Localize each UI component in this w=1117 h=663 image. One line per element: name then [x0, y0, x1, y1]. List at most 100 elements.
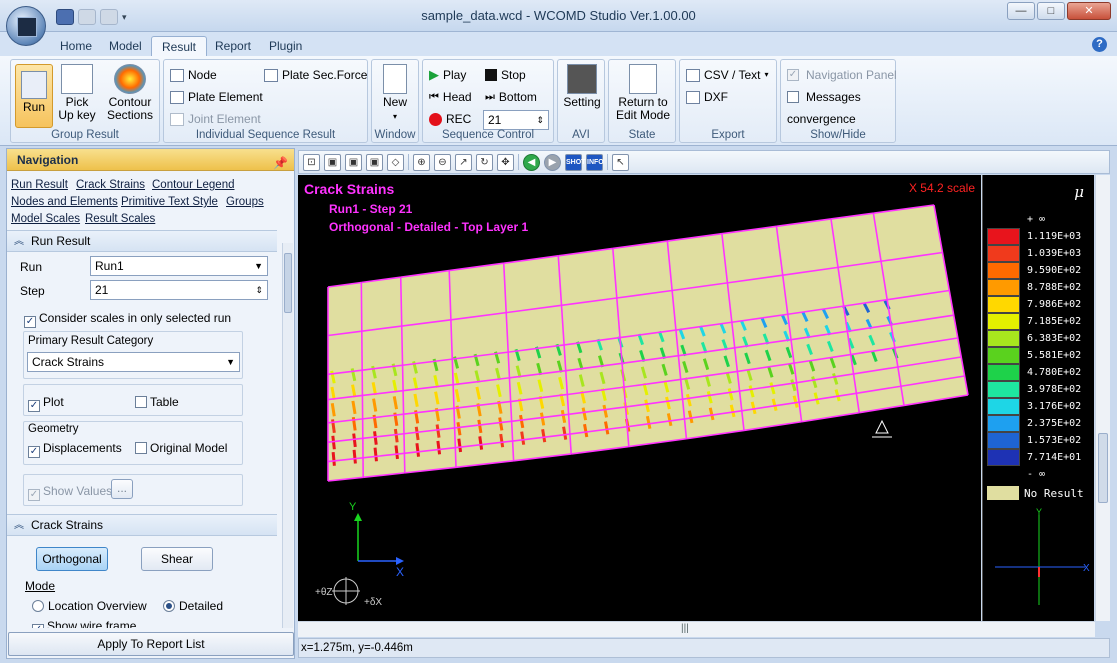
navigation-scrollbar[interactable] — [282, 243, 293, 628]
zoom-window-icon[interactable]: ⊕ — [413, 153, 430, 171]
ribbon: Run Pick Up key Contour Sections Group R… — [0, 56, 1117, 146]
tab-home[interactable]: Home — [50, 36, 102, 56]
location-overview-radio[interactable]: Location Overview — [32, 599, 147, 613]
crack-mark — [436, 440, 442, 455]
maximize-button[interactable]: □ — [1037, 2, 1065, 20]
spinner-icon[interactable]: ⇕ — [255, 281, 263, 299]
return-edit-mode-button[interactable]: Return to Edit Mode — [612, 64, 674, 122]
step-input[interactable]: 21 ⇕ — [90, 280, 268, 300]
link-run-result[interactable]: Run Result — [11, 179, 68, 191]
node-button[interactable]: Node — [170, 66, 217, 84]
link-nodes-elements[interactable]: Nodes and Elements — [11, 196, 118, 208]
rotate-icon[interactable]: ↻ — [476, 153, 493, 171]
apply-to-report-list-button[interactable]: Apply To Report List — [8, 632, 294, 656]
run-select[interactable]: Run1 ▼ — [90, 256, 268, 276]
orthogonal-button[interactable]: Orthogonal — [36, 547, 108, 571]
step-spinner[interactable]: 21 ⇕ — [483, 110, 549, 130]
location-overview-radio-icon — [32, 600, 44, 612]
axis-triad-icon — [332, 513, 404, 605]
mesh-canvas[interactable] — [298, 175, 981, 621]
link-groups[interactable]: Groups — [226, 196, 264, 208]
application-menu-button[interactable] — [6, 6, 46, 46]
table-check-icon — [135, 396, 147, 408]
plate-sec-force-button[interactable]: Plate Sec.Force — [264, 66, 367, 84]
table-checkbox[interactable]: Table — [135, 395, 179, 409]
crack-strains-section-header[interactable]: ︽ Crack Strains — [7, 514, 277, 536]
pan-arrow-icon[interactable]: ↗ — [455, 153, 472, 171]
csv-text-button[interactable]: CSV / Text ▾ — [686, 66, 768, 84]
avi-setting-button[interactable]: Setting — [561, 64, 603, 109]
hscroll-grip-icon[interactable]: ||| — [681, 623, 689, 634]
view-front-icon[interactable]: ▣ — [324, 153, 341, 171]
link-contour-legend[interactable]: Contour Legend — [152, 179, 234, 191]
legend-swatch — [987, 330, 1020, 347]
pickup-key-button[interactable]: Pick Up key — [57, 64, 97, 122]
pin-icon[interactable]: 📌 — [273, 152, 288, 174]
orbit-icon[interactable]: ✥ — [497, 153, 514, 171]
plot-checkbox[interactable]: ✓ Plot — [28, 395, 64, 412]
viewport-vertical-scrollbar[interactable] — [1095, 175, 1110, 621]
result-viewport[interactable]: Crack Strains Run1 - Step 21 Orthogonal … — [298, 175, 981, 621]
tab-result[interactable]: Result — [151, 36, 208, 56]
contour-sections-button[interactable]: Contour Sections — [105, 64, 155, 122]
show-wire-frame-checkbox[interactable]: ✓Show wire frame — [32, 619, 136, 628]
legend-value: 3.978E+02 — [1027, 384, 1082, 395]
select-cursor-icon[interactable]: ↖ — [612, 153, 629, 171]
convergence-item[interactable]: convergence — [787, 110, 856, 128]
shear-button[interactable]: Shear — [141, 547, 213, 571]
original-model-checkbox[interactable]: Original Model — [135, 441, 227, 455]
navigation-panel-checkbox[interactable]: ✓ Navigation Panel — [787, 66, 897, 84]
messages-checkbox[interactable]: Messages — [787, 88, 861, 106]
link-model-scales[interactable]: Model Scales — [11, 213, 80, 225]
show-values-options-button[interactable]: ... — [111, 479, 133, 499]
tab-model[interactable]: Model — [99, 36, 152, 56]
fit-view-icon[interactable]: ⊡ — [303, 153, 320, 171]
navigation-scroll-thumb[interactable] — [284, 253, 292, 313]
stop-button[interactable]: Stop — [485, 66, 526, 84]
detailed-radio[interactable]: Detailed — [163, 599, 223, 613]
head-icon: ⏮ — [429, 91, 439, 103]
close-button[interactable]: ✕ — [1067, 2, 1111, 20]
play-button[interactable]: ▶ Play — [429, 66, 466, 84]
tab-plugin[interactable]: Plugin — [259, 36, 312, 56]
joint-element-button[interactable]: Joint Element — [170, 110, 261, 128]
export-group-label: Export — [711, 129, 745, 141]
legend-value: - ∞ — [1027, 469, 1046, 480]
tab-report[interactable]: Report — [205, 36, 261, 56]
next-step-icon[interactable]: ▶ — [544, 153, 561, 171]
rec-label: REC — [446, 112, 472, 126]
link-primitive-text-style[interactable]: Primitive Text Style — [121, 196, 218, 208]
viewport-horizontal-scrollbar[interactable]: ||| — [298, 621, 1095, 637]
show-values-checkbox[interactable]: ✓ Show Values — [28, 484, 112, 501]
run-result-section-header[interactable]: ︽ Run Result — [7, 230, 277, 252]
previous-step-icon[interactable]: ◀ — [523, 153, 540, 171]
info-icon[interactable]: INFO — [586, 153, 604, 171]
legend-entry: 1.039E+03 — [987, 245, 1093, 262]
rec-button[interactable]: REC — [429, 110, 471, 128]
primary-result-select[interactable]: Crack Strains ▼ — [27, 352, 240, 372]
view-iso-icon[interactable]: ◇ — [387, 153, 404, 171]
view-side-icon[interactable]: ▣ — [366, 153, 383, 171]
run-button[interactable]: Run — [15, 64, 53, 128]
show-hide-group: ✓ Navigation Panel Messages convergence S… — [780, 59, 897, 143]
view-top-icon[interactable]: ▣ — [345, 153, 362, 171]
zoom-out-icon[interactable]: ⊖ — [434, 153, 451, 171]
dxf-button[interactable]: DXF — [686, 88, 728, 106]
displacements-checkbox[interactable]: ✓ Displacements — [28, 441, 122, 458]
crack-mark — [393, 428, 399, 443]
spinner-arrows-icon[interactable]: ⇕ — [536, 111, 544, 129]
consider-scales-checkbox[interactable]: ✓ Consider scales in only selected run — [24, 311, 231, 328]
help-icon[interactable]: ? — [1092, 37, 1107, 52]
new-window-button[interactable]: New ▾ — [376, 64, 414, 123]
legend-swatch — [987, 296, 1020, 313]
link-result-scales[interactable]: Result Scales — [85, 213, 155, 225]
bottom-button[interactable]: ⏭ Bottom — [485, 88, 537, 106]
collapse-chevron-icon: ︽ — [14, 236, 24, 247]
minimize-button[interactable]: — — [1007, 2, 1035, 20]
screenshot-icon[interactable]: SHOT — [565, 153, 585, 171]
head-button[interactable]: ⏮ Head — [429, 88, 472, 106]
link-crack-strains[interactable]: Crack Strains — [76, 179, 145, 191]
viewport-vscroll-thumb[interactable] — [1098, 433, 1108, 503]
convergence-label: convergence — [787, 112, 856, 126]
plate-element-button[interactable]: Plate Element — [170, 88, 263, 106]
